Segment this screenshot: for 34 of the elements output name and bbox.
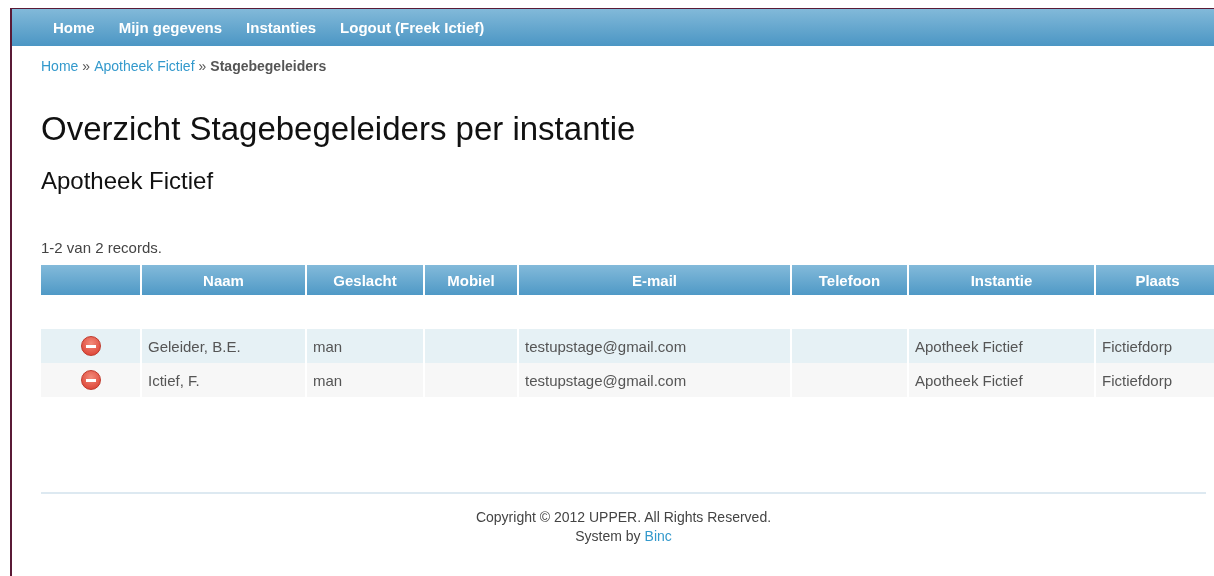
nav-link[interactable]: Home — [53, 19, 95, 36]
table-cell: Fictiefdorp — [1102, 337, 1173, 355]
breadcrumb-current: Stagebegeleiders — [210, 58, 327, 74]
delete-icon[interactable] — [80, 336, 101, 356]
breadcrumb-separator: » — [82, 58, 91, 74]
table-cell: Geleider, B.E. — [148, 337, 241, 355]
column-header[interactable]: Plaats — [1096, 265, 1214, 295]
page-title: Overzicht Stagebegeleiders per instantie — [41, 110, 637, 148]
page-subtitle: Apotheek Fictief — [41, 167, 215, 195]
credit-link[interactable]: Binc — [644, 527, 672, 546]
copyright-text: Copyright © 2012 UPPER. All Rights Reserved. — [474, 508, 773, 527]
table-cell: Fictiefdorp — [1102, 371, 1173, 389]
table-cell: Apotheek Fictief — [915, 337, 1023, 355]
nav-link[interactable]: Mijn gegevens — [118, 19, 223, 36]
table-cell: man — [313, 337, 343, 355]
table-cell: Apotheek Fictief — [915, 371, 1023, 389]
breadcrumb-link[interactable]: Apotheek Fictief — [94, 58, 195, 74]
nav-link[interactable]: Instanties — [246, 19, 317, 36]
credit-text: System by — [575, 527, 641, 546]
table-cell: Ictief, F. — [148, 371, 200, 389]
table-cell: man — [313, 371, 343, 389]
breadcrumb-separator: » — [198, 58, 207, 74]
column-header[interactable]: Instantie — [909, 265, 1094, 295]
delete-icon[interactable] — [80, 370, 101, 390]
column-header[interactable]: Geslacht — [307, 265, 423, 295]
column-header[interactable]: Naam — [142, 265, 305, 295]
nav-link[interactable]: Logout (Freek Ictief) — [340, 19, 485, 36]
column-header[interactable]: E-mail — [519, 265, 790, 295]
table-cell: testupstage@gmail.com — [525, 337, 687, 355]
table-cell: testupstage@gmail.com — [525, 371, 687, 389]
breadcrumb-link[interactable]: Home — [41, 58, 79, 74]
column-header[interactable]: Mobiel — [425, 265, 517, 295]
column-header[interactable]: Telefoon — [792, 265, 907, 295]
record-count: 1-2 van 2 records. — [41, 239, 163, 256]
